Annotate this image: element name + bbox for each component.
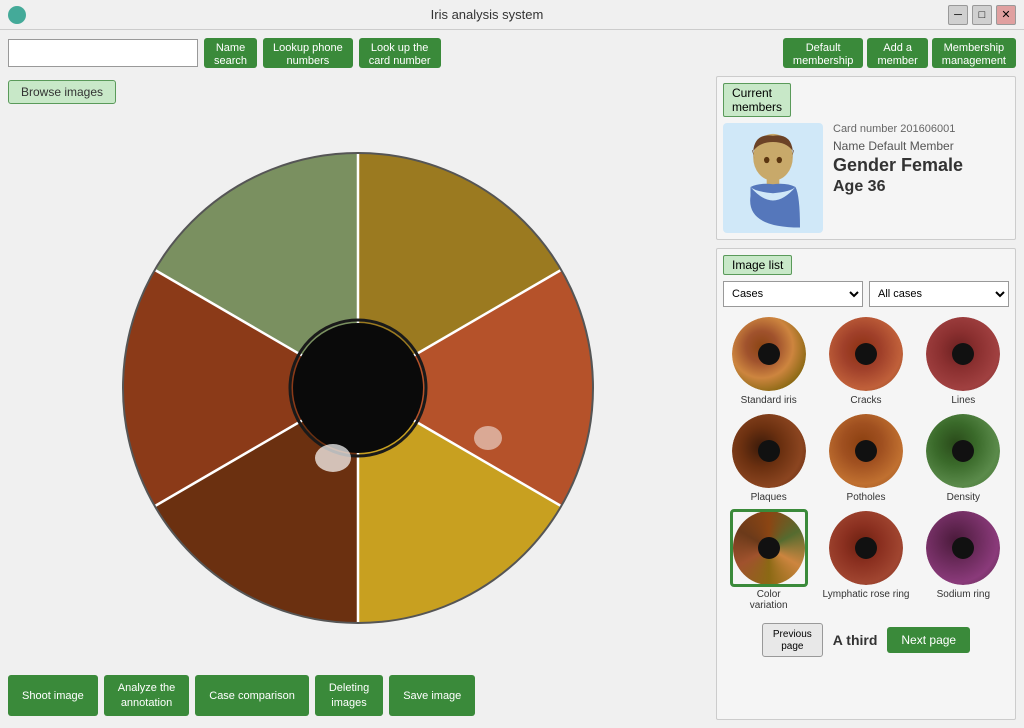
restore-button[interactable]: □ bbox=[972, 5, 992, 25]
image-list-title: Image list bbox=[723, 255, 792, 275]
save-image-button[interactable]: Save image bbox=[389, 675, 475, 716]
member-age: Age 36 bbox=[833, 178, 1009, 196]
iris-thumbnail-5 bbox=[926, 414, 1000, 488]
thumbnail-item[interactable]: Plaques bbox=[723, 412, 814, 503]
top-bar: Name search Lookup phone numbers Look up… bbox=[8, 38, 708, 68]
iris-thumbnail-6 bbox=[733, 511, 805, 585]
thumbnail-item[interactable]: Potholes bbox=[820, 412, 911, 503]
iris-thumbnail-7 bbox=[829, 511, 903, 585]
filter-row: Cases All cases bbox=[723, 281, 1009, 307]
thumb-image-1 bbox=[827, 315, 905, 393]
card-number: Card number 201606001 bbox=[833, 123, 1009, 135]
member-section: Current members bbox=[716, 76, 1016, 240]
iris-thumbnail-3 bbox=[732, 414, 806, 488]
thumb-label-1: Cracks bbox=[850, 395, 881, 406]
case-comparison-button[interactable]: Case comparison bbox=[195, 675, 309, 716]
thumb-image-2 bbox=[924, 315, 1002, 393]
thumbnail-item[interactable]: Cracks bbox=[820, 315, 911, 406]
avatar bbox=[723, 123, 823, 233]
member-info: Card number 201606001 Name Default Membe… bbox=[723, 123, 1009, 233]
thumb-label-8: Sodium ring bbox=[937, 589, 990, 600]
search-input[interactable] bbox=[8, 39, 198, 67]
current-members-title: Current members bbox=[723, 83, 791, 117]
previous-page-button[interactable]: Previous page bbox=[762, 623, 823, 657]
thumb-label-7: Lymphatic rose ring bbox=[823, 589, 910, 600]
membership-management-button[interactable]: Membership management bbox=[932, 38, 1016, 68]
left-panel: Name search Lookup phone numbers Look up… bbox=[8, 38, 708, 720]
page-indicator: A third bbox=[833, 632, 878, 648]
right-panel: Default membership Add a member Membersh… bbox=[716, 38, 1016, 720]
close-button[interactable]: ✕ bbox=[996, 5, 1016, 25]
thumbnail-item[interactable]: Lymphatic rose ring bbox=[820, 509, 911, 611]
browse-images-button[interactable]: Browse images bbox=[8, 80, 116, 104]
right-top-buttons: Default membership Add a member Membersh… bbox=[716, 38, 1016, 68]
iris-display-area bbox=[8, 112, 708, 663]
all-cases-filter[interactable]: All cases bbox=[869, 281, 1009, 307]
thumb-image-0 bbox=[730, 315, 808, 393]
member-details: Card number 201606001 Name Default Membe… bbox=[833, 123, 1009, 196]
pagination: Previous page A third Next page bbox=[723, 619, 1009, 661]
member-gender: Gender Female bbox=[833, 155, 1009, 176]
iris-container bbox=[118, 148, 598, 628]
thumb-label-3: Plaques bbox=[751, 492, 787, 503]
app-icon bbox=[8, 6, 26, 24]
thumb-image-6 bbox=[730, 509, 808, 587]
thumbnail-item[interactable]: Sodium ring bbox=[918, 509, 1009, 611]
thumbnail-item[interactable]: Standard iris bbox=[723, 315, 814, 406]
thumb-label-4: Potholes bbox=[847, 492, 886, 503]
thumb-label-0: Standard iris bbox=[741, 395, 797, 406]
cases-filter[interactable]: Cases bbox=[723, 281, 863, 307]
shoot-image-button[interactable]: Shoot image bbox=[8, 675, 98, 716]
thumb-image-8 bbox=[924, 509, 1002, 587]
add-member-button[interactable]: Add a member bbox=[867, 38, 927, 68]
default-membership-button[interactable]: Default membership bbox=[783, 38, 864, 68]
next-page-button[interactable]: Next page bbox=[887, 627, 970, 653]
iris-thumbnail-8 bbox=[926, 511, 1000, 585]
iris-thumbnail-4 bbox=[829, 414, 903, 488]
name-search-button[interactable]: Name search bbox=[204, 38, 257, 68]
main-content: Name search Lookup phone numbers Look up… bbox=[0, 30, 1024, 728]
thumbnail-item[interactable]: Lines bbox=[918, 315, 1009, 406]
member-name: Name Default Member bbox=[833, 139, 1009, 153]
thumb-label-6: Color variation bbox=[750, 589, 788, 611]
thumb-image-3 bbox=[730, 412, 808, 490]
analyze-annotation-button[interactable]: Analyze the annotation bbox=[104, 675, 189, 716]
thumb-image-5 bbox=[924, 412, 1002, 490]
thumbnail-item[interactable]: Density bbox=[918, 412, 1009, 503]
avatar-svg bbox=[728, 128, 818, 228]
iris-svg bbox=[118, 148, 598, 628]
thumbnails-grid: Standard iris Cracks Lines Plaques Potholes D… bbox=[723, 315, 1009, 611]
thumb-image-7 bbox=[827, 509, 905, 587]
iris-thumbnail-0 bbox=[732, 317, 806, 391]
image-list-section: Image list Cases All cases Standard iris… bbox=[716, 248, 1016, 720]
lookup-phone-button[interactable]: Lookup phone numbers bbox=[263, 38, 353, 68]
window-controls: ─ □ ✕ bbox=[948, 5, 1016, 25]
thumb-image-4 bbox=[827, 412, 905, 490]
thumb-label-5: Density bbox=[947, 492, 980, 503]
iris-thumbnail-1 bbox=[829, 317, 903, 391]
iris-thumbnail-2 bbox=[926, 317, 1000, 391]
lookup-card-button[interactable]: Look up the card number bbox=[359, 38, 441, 68]
thumbnail-item[interactable]: Color variation bbox=[723, 509, 814, 611]
bottom-bar: Shoot image Analyze the annotation Case … bbox=[8, 671, 708, 720]
thumb-label-2: Lines bbox=[951, 395, 975, 406]
deleting-images-button[interactable]: Deleting images bbox=[315, 675, 383, 716]
window-title: Iris analysis system bbox=[26, 7, 948, 22]
minimize-button[interactable]: ─ bbox=[948, 5, 968, 25]
title-bar: Iris analysis system ─ □ ✕ bbox=[0, 0, 1024, 30]
